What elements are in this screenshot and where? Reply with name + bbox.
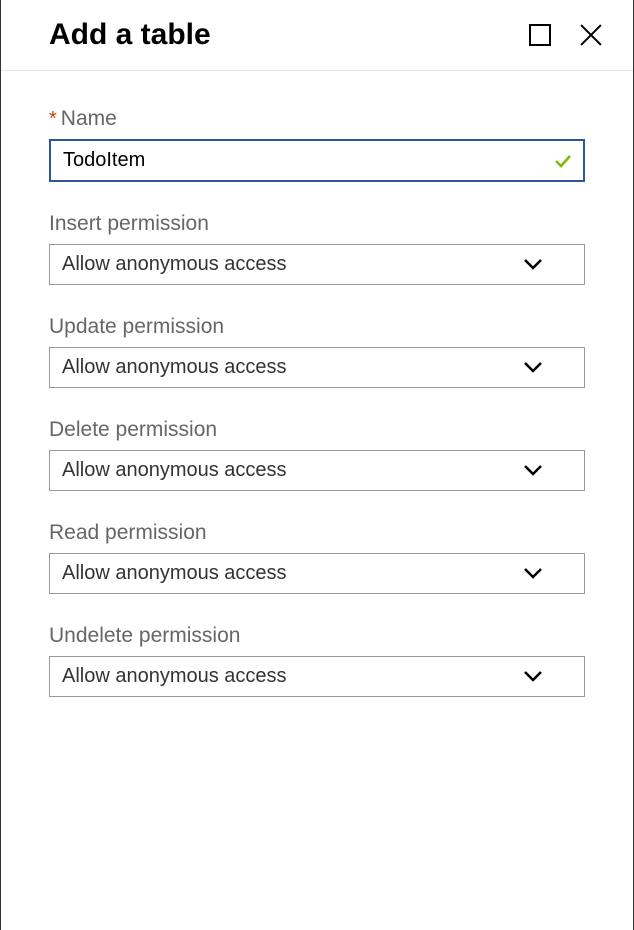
delete-permission-group: Delete permission Allow anonymous access [49, 418, 585, 491]
insert-permission-select[interactable]: Allow anonymous access [49, 244, 585, 285]
name-label: Name [61, 107, 117, 131]
chevron-down-icon [524, 259, 542, 270]
undelete-permission-select[interactable]: Allow anonymous access [49, 656, 585, 697]
update-permission-label: Update permission [49, 315, 224, 339]
read-permission-select[interactable]: Allow anonymous access [49, 553, 585, 594]
close-icon[interactable] [579, 23, 603, 47]
delete-permission-label-row: Delete permission [49, 418, 585, 442]
read-permission-select-wrapper: Allow anonymous access [49, 553, 585, 594]
read-permission-value: Allow anonymous access [62, 562, 287, 585]
update-permission-value: Allow anonymous access [62, 356, 287, 379]
delete-permission-value: Allow anonymous access [62, 459, 287, 482]
delete-permission-select[interactable]: Allow anonymous access [49, 450, 585, 491]
undelete-permission-label: Undelete permission [49, 624, 240, 648]
name-input[interactable] [49, 139, 585, 182]
panel-title: Add a table [49, 18, 211, 52]
delete-permission-label: Delete permission [49, 418, 217, 442]
chevron-down-icon [524, 568, 542, 579]
insert-permission-group: Insert permission Allow anonymous access [49, 212, 585, 285]
update-permission-select[interactable]: Allow anonymous access [49, 347, 585, 388]
chevron-down-icon [524, 362, 542, 373]
name-field-group: * Name [49, 107, 585, 182]
required-asterisk: * [49, 108, 57, 131]
name-input-wrapper [49, 139, 585, 182]
panel-content: * Name Insert permission Allow anonymous… [1, 71, 633, 763]
chevron-down-icon [524, 465, 542, 476]
undelete-permission-select-wrapper: Allow anonymous access [49, 656, 585, 697]
insert-permission-value: Allow anonymous access [62, 253, 287, 276]
panel-header: Add a table [1, 0, 633, 71]
undelete-permission-group: Undelete permission Allow anonymous acce… [49, 624, 585, 697]
name-label-row: * Name [49, 107, 585, 131]
maximize-icon[interactable] [529, 24, 551, 46]
delete-permission-select-wrapper: Allow anonymous access [49, 450, 585, 491]
chevron-down-icon [524, 671, 542, 682]
update-permission-group: Update permission Allow anonymous access [49, 315, 585, 388]
read-permission-group: Read permission Allow anonymous access [49, 521, 585, 594]
update-permission-label-row: Update permission [49, 315, 585, 339]
update-permission-select-wrapper: Allow anonymous access [49, 347, 585, 388]
insert-permission-label: Insert permission [49, 212, 209, 236]
read-permission-label-row: Read permission [49, 521, 585, 545]
undelete-permission-label-row: Undelete permission [49, 624, 585, 648]
insert-permission-label-row: Insert permission [49, 212, 585, 236]
read-permission-label: Read permission [49, 521, 207, 545]
insert-permission-select-wrapper: Allow anonymous access [49, 244, 585, 285]
undelete-permission-value: Allow anonymous access [62, 665, 287, 688]
header-controls [529, 23, 603, 47]
